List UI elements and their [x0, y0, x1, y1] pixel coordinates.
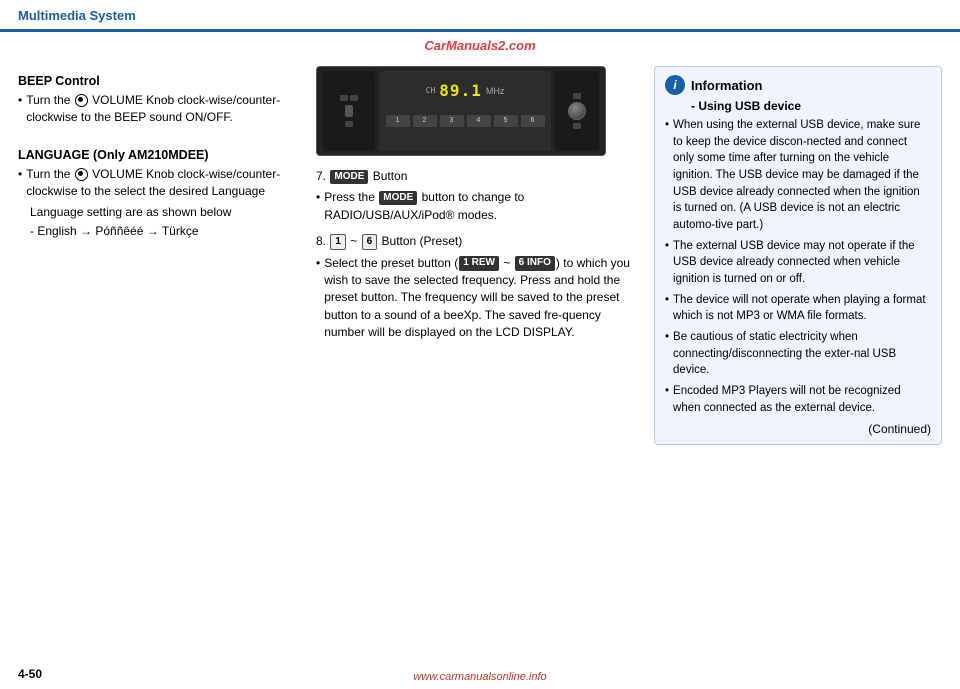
- info-badge: 6 INFO: [515, 256, 555, 271]
- section2-sub1: Language setting are as shown below: [30, 204, 298, 221]
- section1-heading: BEEP Control: [18, 74, 298, 88]
- info-title: Information: [691, 78, 763, 93]
- bullet-dot: •: [18, 92, 22, 127]
- radio-presets: 1 2 3 4 5 6: [386, 115, 545, 127]
- radio-mode-btn: [573, 93, 581, 99]
- header-title: Multimedia System: [18, 8, 136, 23]
- info-box: i Information - Using USB device • When …: [654, 66, 942, 445]
- radio-frequency: 89.1: [439, 81, 482, 100]
- radio-btn: [350, 95, 358, 101]
- footer-watermark: www.carmanualsonline.info: [413, 671, 546, 683]
- info-box-header: i Information: [665, 75, 931, 95]
- info-bullet-5: • Encoded MP3 Players will not be recogn…: [665, 383, 931, 416]
- volume-knob-icon2: [75, 168, 88, 181]
- radio-image: CH 89.1 MHz 1 2 3 4 5 6: [316, 66, 606, 156]
- radio-right-knob: [568, 102, 586, 120]
- preset-6: 6: [521, 115, 545, 127]
- radio-right-panel: [555, 71, 599, 151]
- radio-right-btn: [573, 123, 581, 129]
- section2-heading: LANGUAGE (Only AM210MDEE): [18, 148, 298, 162]
- mode-badge2: MODE: [379, 191, 417, 206]
- item7-bullet: • Press the MODE button to change to RAD…: [316, 189, 636, 224]
- section2-bullet1-text: Turn the VOLUME Knob clock-wise/counter-…: [26, 166, 298, 201]
- preset-badge-6: 6: [362, 234, 378, 251]
- section2-sub2: - English → Póññêéé → Türkçe: [30, 223, 298, 240]
- radio-unit: MHz: [486, 86, 505, 96]
- radio-btn: [340, 95, 348, 101]
- preset-5: 5: [494, 115, 518, 127]
- header-bar: Multimedia System: [0, 0, 960, 32]
- info-bullet-3: • The device will not operate when playi…: [665, 292, 931, 325]
- left-column: BEEP Control • Turn the VOLUME Knob cloc…: [18, 66, 298, 687]
- section1-bullet1-text: Turn the VOLUME Knob clock-wise/counter-…: [26, 92, 298, 127]
- info-bullet-4: • Be cautious of static electricity when…: [665, 329, 931, 379]
- mode-badge: MODE: [330, 170, 368, 185]
- radio-left-panel: [323, 71, 375, 151]
- volume-knob-icon: [75, 94, 88, 107]
- info-subtitle: - Using USB device: [691, 99, 931, 113]
- radio-btn: [345, 121, 353, 127]
- radio-knob: [345, 105, 353, 117]
- item8-bullet: • Select the preset button (1 REW ~ 6 IN…: [316, 255, 636, 342]
- section2-bullet1: • Turn the VOLUME Knob clock-wise/counte…: [18, 166, 298, 201]
- info-bullet-1: • When using the external USB device, ma…: [665, 117, 931, 234]
- middle-column: CH 89.1 MHz 1 2 3 4 5 6: [316, 66, 636, 687]
- info-bullet-2: • The external USB device may not operat…: [665, 238, 931, 288]
- preset-4: 4: [467, 115, 491, 127]
- rew-badge: 1 REW: [459, 256, 499, 271]
- preset-1: 1: [386, 115, 410, 127]
- bullet-dot2: •: [18, 166, 22, 201]
- section1-bullet1: • Turn the VOLUME Knob clock-wise/counte…: [18, 92, 298, 127]
- item7: 7. MODE Button: [316, 168, 636, 185]
- footer: www.carmanualsonline.info: [0, 665, 960, 689]
- radio-display: CH 89.1 MHz 1 2 3 4 5 6: [379, 71, 551, 151]
- right-column: i Information - Using USB device • When …: [654, 66, 942, 687]
- content-area: BEEP Control • Turn the VOLUME Knob cloc…: [0, 54, 960, 687]
- preset-2: 2: [413, 115, 437, 127]
- info-icon: i: [665, 75, 685, 95]
- continued-text: (Continued): [868, 422, 931, 436]
- item8: 8. 1 ~ 6 Button (Preset): [316, 233, 636, 250]
- preset-3: 3: [440, 115, 464, 127]
- top-watermark: CarManuals2.com: [424, 38, 535, 53]
- preset-badge-1: 1: [330, 234, 346, 251]
